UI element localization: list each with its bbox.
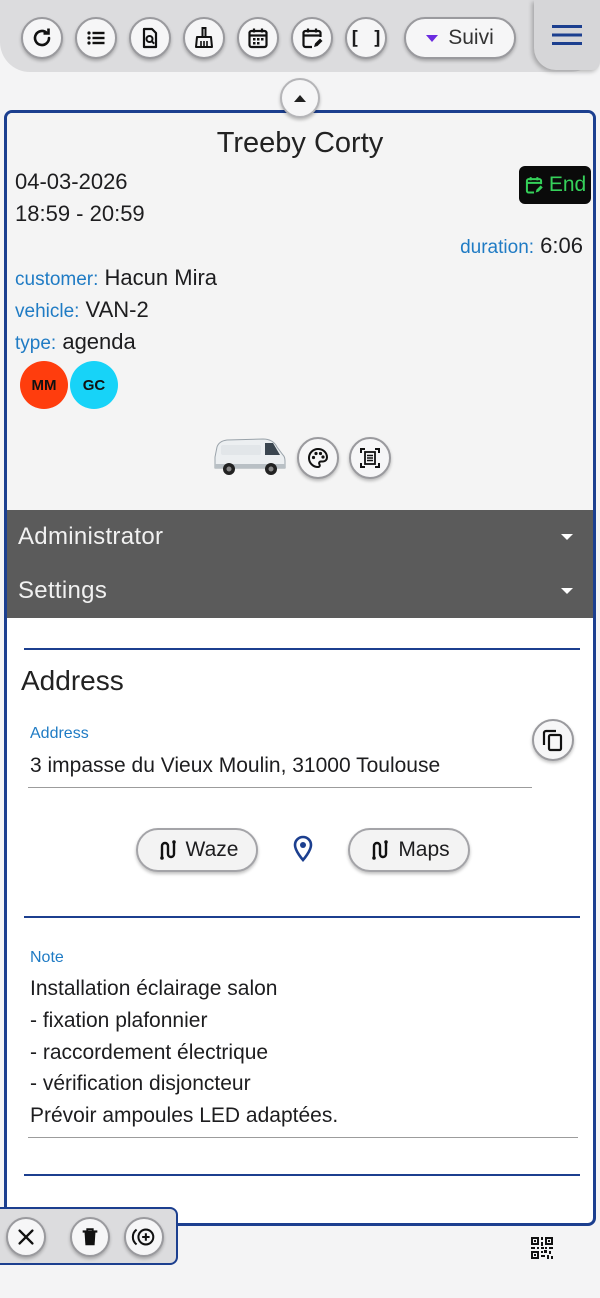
close-button[interactable] xyxy=(6,1217,46,1257)
palette-button[interactable] xyxy=(297,437,339,479)
copy-address-button[interactable] xyxy=(532,719,574,761)
hamburger-menu-button[interactable] xyxy=(534,0,600,70)
event-date: 04-03-2026 xyxy=(15,169,128,194)
waze-label: Waze xyxy=(185,838,239,861)
maps-button[interactable]: Maps xyxy=(348,828,470,872)
avatar-gc[interactable]: GC xyxy=(70,361,118,409)
waze-button[interactable]: Waze xyxy=(136,828,258,872)
collapse-button[interactable] xyxy=(280,78,320,118)
calendar-icon xyxy=(248,28,268,49)
refresh-button[interactable] xyxy=(21,17,63,59)
calendar-end-icon xyxy=(525,177,543,194)
divider xyxy=(24,916,580,918)
address-underline xyxy=(28,787,532,788)
note-line: - vérification disjoncteur xyxy=(30,1072,251,1095)
document-search-button[interactable] xyxy=(129,17,171,59)
bottom-action-bar xyxy=(0,1207,178,1265)
event-card: Treeby Corty 04-03-2026 18:59 - 20:59 En… xyxy=(4,110,596,1226)
event-title: Treeby Corty xyxy=(216,127,384,159)
type-row: type: agenda xyxy=(15,329,136,355)
close-icon xyxy=(18,1229,34,1245)
note-line: - fixation plafonnier xyxy=(30,1009,208,1032)
administrator-label: Administrator xyxy=(18,523,164,550)
list-button[interactable] xyxy=(75,17,117,59)
refresh-icon xyxy=(33,28,51,47)
add-button[interactable] xyxy=(124,1217,164,1257)
palette-icon xyxy=(308,447,329,469)
divider xyxy=(24,648,580,650)
duration-label: duration: xyxy=(460,237,535,258)
caret-up-icon xyxy=(294,94,306,102)
administrator-accordion[interactable]: Administrator xyxy=(7,510,593,564)
hamburger-icon xyxy=(552,25,582,45)
note-line: Installation éclairage salon xyxy=(30,977,278,1000)
event-header: Treeby Corty 04-03-2026 18:59 - 20:59 En… xyxy=(7,113,593,510)
event-time-range: 18:59 - 20:59 xyxy=(15,201,145,226)
customer-row: customer: Hacun Mira xyxy=(15,265,217,291)
route-icon xyxy=(159,840,176,860)
note-underline xyxy=(28,1137,578,1138)
caret-down-icon xyxy=(561,588,573,594)
end-button[interactable]: End xyxy=(519,166,591,204)
customer-value: Hacun Mira xyxy=(104,265,218,290)
suivi-dropdown[interactable]: Suivi xyxy=(404,17,516,59)
trash-icon xyxy=(82,1228,98,1246)
type-value: agenda xyxy=(62,329,136,354)
note-line: - raccordement électrique xyxy=(30,1041,269,1064)
broom-icon xyxy=(195,27,213,48)
van-icon xyxy=(214,438,286,475)
duration-row: duration: 6:06 xyxy=(460,233,583,259)
add-circle-icon xyxy=(131,1228,155,1246)
vehicle-label: vehicle: xyxy=(15,301,80,322)
clean-button[interactable] xyxy=(183,17,225,59)
note-field-label: Note xyxy=(30,949,64,966)
calendar-edit-button[interactable] xyxy=(291,17,333,59)
note-line: Prévoir ampoules LED adaptées. xyxy=(30,1104,339,1127)
scan-document-button[interactable] xyxy=(349,437,391,479)
divider xyxy=(24,1174,580,1176)
vehicle-row: vehicle: VAN-2 xyxy=(15,297,149,323)
calendar-edit-icon xyxy=(302,28,323,49)
list-icon xyxy=(87,31,105,45)
brackets-icon: [ ] xyxy=(348,27,384,49)
scan-document-icon xyxy=(360,448,380,468)
brackets-button[interactable]: [ ] xyxy=(345,17,387,59)
vehicle-value: VAN-2 xyxy=(85,297,149,322)
maps-label: Maps xyxy=(398,838,450,861)
top-toolbar: [ ] Suivi xyxy=(0,0,600,72)
location-pin-icon[interactable] xyxy=(291,835,315,863)
route-icon xyxy=(372,840,389,860)
address-field-label: Address xyxy=(30,725,89,742)
copy-icon xyxy=(542,729,563,752)
address-section-title: Address xyxy=(21,665,124,696)
document-search-icon xyxy=(142,27,158,49)
settings-label: Settings xyxy=(18,577,108,604)
settings-accordion[interactable]: Settings xyxy=(7,564,593,618)
delete-button[interactable] xyxy=(70,1217,110,1257)
calendar-button[interactable] xyxy=(237,17,279,59)
caret-down-icon xyxy=(561,534,573,540)
customer-label: customer: xyxy=(15,269,99,290)
avatar-mm[interactable]: MM xyxy=(20,361,68,409)
address-field[interactable]: 3 impasse du Vieux Moulin, 31000 Toulous… xyxy=(30,754,440,778)
suivi-label: Suivi xyxy=(448,26,494,49)
end-label: End xyxy=(548,173,587,196)
qr-code-icon[interactable] xyxy=(530,1236,554,1260)
duration-value: 6:06 xyxy=(540,233,583,258)
caret-down-icon xyxy=(426,34,439,42)
type-label: type: xyxy=(15,333,57,354)
